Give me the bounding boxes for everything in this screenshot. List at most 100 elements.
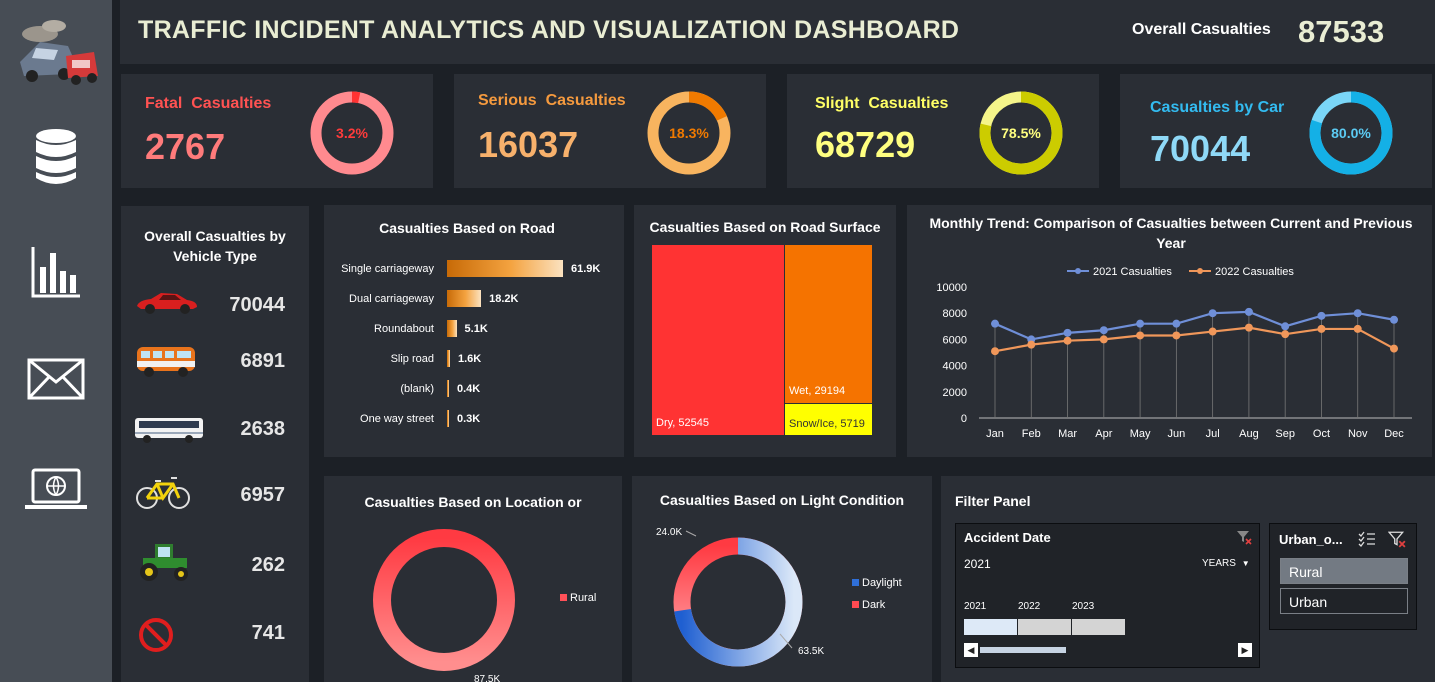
scroll-right-icon[interactable]: ▶ [1238,643,1252,657]
surface-dry-tile: Dry, 52545 [652,245,784,435]
road-bar [447,380,449,397]
no-entry-icon [139,618,173,652]
urban-rural-slicer: Urban_o... Rural Urban [1269,523,1417,630]
kpi-fatal-label: Fatal Casualties [145,95,272,112]
surface-dry-label: Dry, 52545 [656,417,709,429]
surface-wet-tile: Wet, 29194 [785,245,872,403]
series-point [1136,319,1145,328]
title-bar: TRAFFIC INCIDENT ANALYTICS AND VISUALIZA… [120,0,1435,64]
clear-filter-icon[interactable] [1388,530,1406,548]
legend-marker [1075,268,1081,274]
sidebar [0,0,112,682]
years-dropdown[interactable]: YEARS ▼ [1202,558,1250,569]
timeline-scrollbar[interactable]: ◀ ▶ [964,643,1252,657]
series-point [991,347,999,356]
kpi-serious-value: 16037 [478,124,579,165]
legend-swatch-daylight [852,579,859,586]
kpi-car-ring: 80.0% [1309,91,1393,175]
road-bar [447,260,563,277]
laptop-globe-icon[interactable] [0,466,112,514]
location-panel: Casualties Based on Location or 87.5K Ru… [324,476,622,682]
vehicle-bicycle-value: 6957 [240,484,286,506]
legend-swatch-dark [852,601,859,608]
series-point [1281,322,1290,331]
series-point [1244,307,1253,316]
accident-date-selected: 2021 [964,557,991,571]
surface-panel: Casualties Based on Road Surface Dry, 52… [634,205,896,457]
kpi-serious-ring: 18.3% [647,91,731,175]
location-value-label: 87.5K [474,674,500,682]
x-tick-label: May [1130,428,1151,440]
clear-filter-icon[interactable] [1236,529,1252,545]
road-bar-value: 1.6K [457,353,482,365]
mail-icon[interactable] [0,356,112,402]
legend-label: 2021 Casualties [1093,266,1172,278]
road-bar-label: Slip road [390,353,434,365]
multi-select-icon[interactable] [1358,531,1376,547]
x-tick-label: Apr [1095,428,1112,440]
filter-panel: Filter Panel Accident Date 2021 YEARS ▼ … [941,476,1435,682]
filter-panel-title: Filter Panel [955,493,1031,509]
x-tick-label: Feb [1022,428,1041,440]
kpi-serious-label: Serious Casualties [478,92,626,109]
kpi-car-value: 70044 [1150,128,1251,169]
road-bar-label: Single carriageway [341,263,434,275]
legend-swatch-rural [560,594,567,601]
year-2021-label: 2021 [964,601,987,612]
vehicle-type-title: Overall Casualties by Vehicle Type [144,228,286,264]
accident-date-slicer: Accident Date 2021 YEARS ▼ 2021 2022 202… [955,523,1260,668]
x-tick-label: Jul [1206,428,1220,440]
timeline-bar-2022[interactable] [1018,619,1071,635]
bicycle-icon [136,477,190,509]
series-point [1063,328,1072,337]
series-point [1317,311,1326,320]
road-chart-title: Casualties Based on Road [379,220,555,236]
series-line-1 [994,310,1395,341]
scroll-thumb[interactable] [980,647,1066,653]
slicer-option-urban[interactable]: Urban [1280,588,1408,614]
legend-marker [1197,268,1203,274]
vehicle-bus-value: 2638 [240,418,286,440]
kpi-serious-pct: 18.3% [669,125,709,141]
x-tick-label: Sep [1275,428,1295,440]
road-bar [447,410,449,427]
vehicle-van-value: 6891 [240,350,286,372]
overall-casualties-value: 87533 [1298,14,1385,49]
series-point [991,319,999,328]
legend-dark-label: Dark [862,599,886,611]
bar-chart-icon[interactable] [0,244,112,300]
surface-wet-label: Wet, 29194 [789,385,846,397]
light-legend: Daylight Dark [852,572,902,616]
trend-panel: Monthly Trend: Comparison of Casualties … [907,205,1432,457]
light-panel: Casualties Based on Light Condition 24.0… [632,476,932,682]
road-bar-value: 0.3K [457,413,481,425]
overall-casualties-label: Overall Casualties [1132,21,1271,38]
slicer-option-rural[interactable]: Rural [1280,558,1408,584]
dashboard-title: TRAFFIC INCIDENT ANALYTICS AND VISUALIZA… [138,16,960,44]
bus-icon [135,418,203,443]
database-icon[interactable] [0,126,112,188]
road-bar-value: 0.4K [457,383,481,395]
kpi-fatal-value: 2767 [145,126,226,167]
series-point [1027,340,1036,349]
kpi-slight-ring: 78.5% [979,91,1063,175]
surface-snow-label: Snow/Ice, 5719 [789,418,865,430]
urban-rural-title: Urban_o... [1279,532,1343,547]
road-bar-label: Roundabout [374,323,434,335]
road-bar [447,350,450,367]
legend-label: 2022 Casualties [1215,266,1294,278]
light-dark-value: 24.0K [656,527,682,538]
kpi-slight-label: Slight Casualties [815,95,949,112]
surface-chart-title: Casualties Based on Road Surface [649,219,881,235]
kpi-fatal-pct: 3.2% [336,125,368,141]
series-point [1099,326,1108,335]
timeline-bar-2023[interactable] [1072,619,1125,635]
legend-daylight-label: Daylight [862,577,902,589]
year-2023-label: 2023 [1072,601,1095,612]
series-line-2 [994,326,1395,353]
kpi-slight-value: 68729 [815,124,916,165]
timeline-bar-2021[interactable] [964,619,1017,635]
y-tick-label: 2000 [943,387,967,399]
scroll-left-icon[interactable]: ◀ [964,643,978,657]
location-legend: Rural [560,592,596,604]
